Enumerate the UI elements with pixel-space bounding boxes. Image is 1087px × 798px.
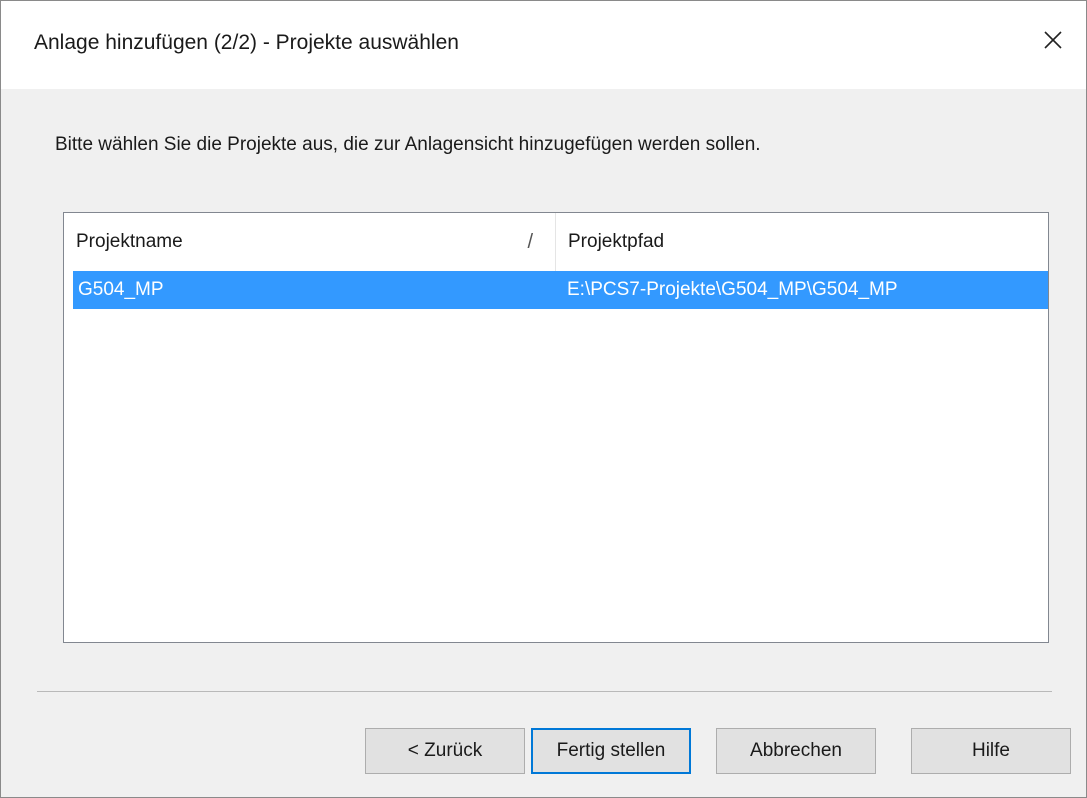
cell-project-name: G504_MP xyxy=(78,279,164,300)
project-list[interactable]: Projektname / Projektpfad G504_MP E:\PCS… xyxy=(63,212,1049,643)
column-header-projektpfad[interactable]: Projektpfad xyxy=(556,213,1048,271)
title-bar: Anlage hinzufügen (2/2) - Projekte auswä… xyxy=(1,1,1086,89)
dialog-title: Anlage hinzufügen (2/2) - Projekte auswä… xyxy=(34,31,459,54)
column-label: Projektpfad xyxy=(568,231,665,252)
cancel-button[interactable]: Abbrechen xyxy=(716,728,876,774)
cell-project-path: E:\PCS7-Projekte\G504_MP\G504_MP xyxy=(567,279,898,300)
column-header-projektname[interactable]: Projektname / xyxy=(64,213,556,271)
column-label: Projektname xyxy=(76,231,183,252)
back-button[interactable]: < Zurück xyxy=(365,728,525,774)
divider xyxy=(37,691,1052,692)
table-row-selected[interactable]: G504_MP E:\PCS7-Projekte\G504_MP\G504_MP xyxy=(73,271,1048,309)
instruction-text: Bitte wählen Sie die Projekte aus, die z… xyxy=(55,134,761,155)
add-plant-dialog: Anlage hinzufügen (2/2) - Projekte auswä… xyxy=(0,0,1087,798)
finish-button[interactable]: Fertig stellen xyxy=(531,728,691,774)
help-button[interactable]: Hilfe xyxy=(911,728,1071,774)
sort-indicator-icon: / xyxy=(527,231,533,253)
list-header: Projektname / Projektpfad xyxy=(64,213,1048,271)
close-icon[interactable] xyxy=(1038,25,1068,55)
